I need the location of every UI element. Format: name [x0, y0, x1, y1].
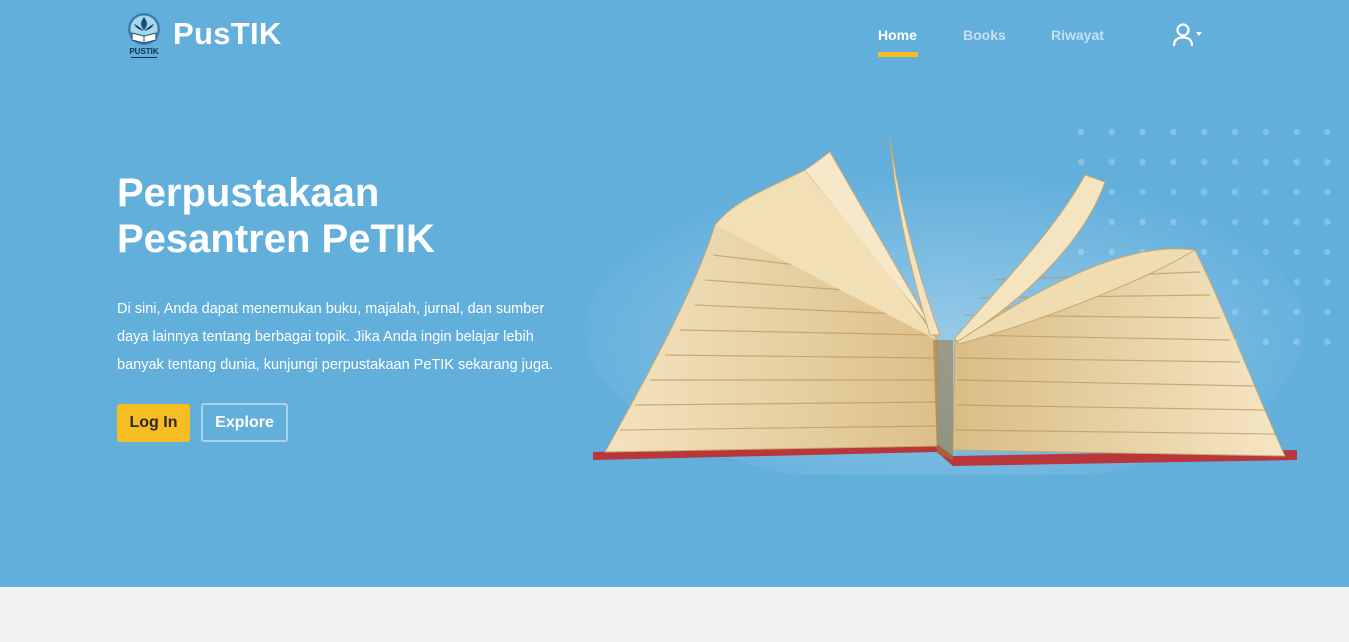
hero-description-line: banyak tentang dunia, kunjungi perpustak… [117, 357, 554, 373]
logo-text: PUSTIK [129, 47, 159, 56]
hero-description: Di sini, Anda dapat menemukan buku, maja… [117, 295, 577, 379]
hero-title-line: Pesantren PeTIK [117, 217, 435, 261]
nav-home[interactable]: Home [878, 27, 917, 43]
open-book-illustration [585, 137, 1305, 475]
hero-description-line: daya lainnya tentang berbagai topik. Jik… [117, 329, 534, 345]
explore-button[interactable]: Explore [201, 403, 288, 442]
login-button[interactable]: Log In [117, 404, 190, 442]
brand[interactable]: PUSTIK PusTIK [124, 12, 282, 60]
hero-title-line: Perpustakaan [117, 171, 380, 215]
brand-name: PusTIK [173, 16, 282, 51]
hero-section: PUSTIK PusTIK Home Books Riwayat Perpust… [0, 0, 1349, 587]
hero-title: Perpustakaan Pesantren PeTIK [117, 170, 577, 262]
nav-riwayat[interactable]: Riwayat [1051, 27, 1104, 43]
hero-description-line: Di sini, Anda dapat menemukan buku, maja… [117, 301, 545, 317]
user-menu-button[interactable] [1172, 23, 1208, 49]
chevron-down-icon [1196, 32, 1202, 36]
pustik-logo: PUSTIK [128, 13, 160, 58]
nav-books[interactable]: Books [963, 27, 1006, 43]
user-icon [1172, 23, 1194, 47]
nav-active-indicator [878, 52, 918, 57]
page-footer-area [0, 587, 1349, 642]
